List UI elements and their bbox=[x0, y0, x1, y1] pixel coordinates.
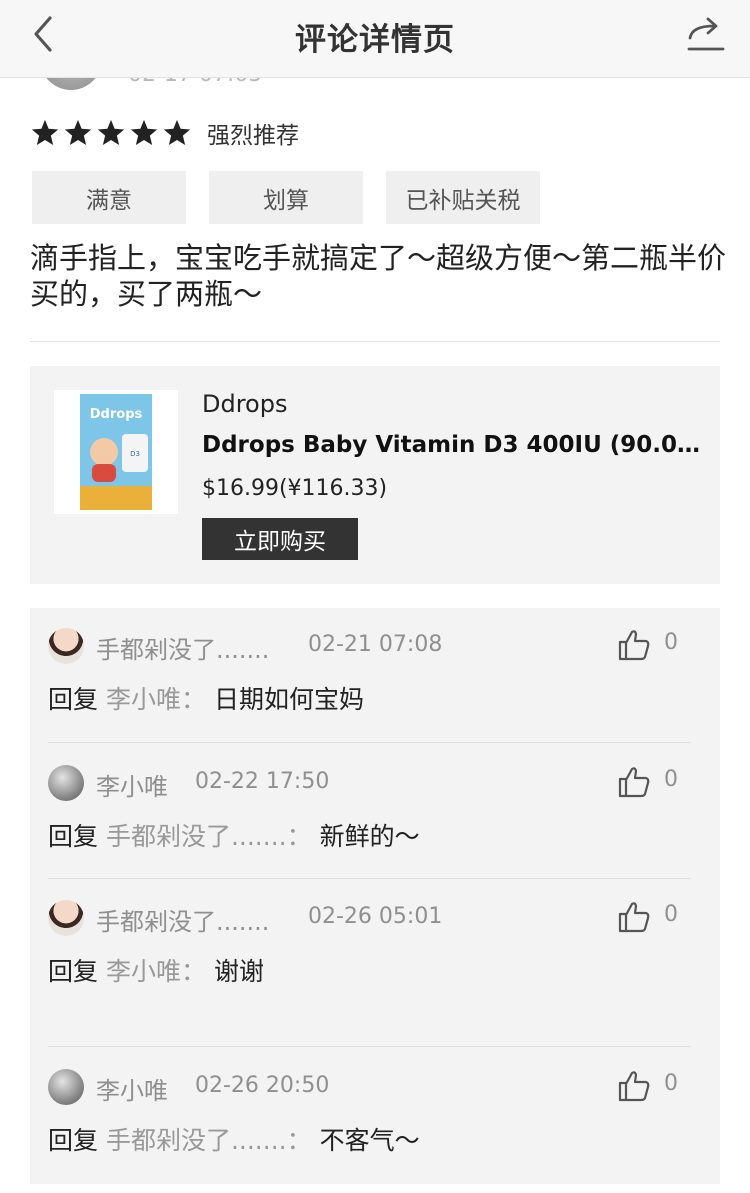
divider bbox=[48, 742, 690, 743]
reply-target[interactable]: 李小唯： bbox=[106, 685, 206, 714]
svg-text:Ddrops: Ddrops bbox=[90, 407, 143, 422]
product-price: $16.99(¥116.33) bbox=[202, 476, 388, 501]
reply-time: 02-22 17:50 bbox=[195, 769, 330, 794]
reply-content: 不客气～ bbox=[319, 1126, 420, 1155]
reply-time: 02-26 20:50 bbox=[195, 1073, 330, 1098]
avatar[interactable] bbox=[48, 900, 84, 936]
avatar[interactable] bbox=[48, 1069, 84, 1105]
tag-worth-it: 划算 bbox=[209, 171, 363, 224]
product-card[interactable]: Ddrops D3 Ddrops Ddrops Baby Vitamin D3 … bbox=[30, 366, 720, 584]
reply-time: 02-21 07:08 bbox=[308, 632, 443, 657]
rating-label: 强烈推荐 bbox=[207, 123, 299, 149]
share-icon[interactable] bbox=[684, 12, 728, 56]
divider bbox=[30, 341, 720, 342]
thumbs-up-icon[interactable] bbox=[617, 628, 651, 662]
reply-time: 02-26 05:01 bbox=[308, 904, 443, 929]
reply-username[interactable]: 李小唯 bbox=[96, 1071, 168, 1106]
review-tags: 满意 划算 已补贴关税 bbox=[32, 171, 563, 224]
product-name[interactable]: Ddrops Baby Vitamin D3 400IU (90.0 dr... bbox=[202, 432, 702, 458]
reply-target[interactable]: 李小唯： bbox=[106, 957, 206, 986]
reply-content: 谢谢 bbox=[213, 957, 264, 986]
like-count: 0 bbox=[664, 1071, 678, 1096]
avatar[interactable] bbox=[48, 765, 84, 801]
divider bbox=[48, 1046, 690, 1047]
thumbs-up-icon[interactable] bbox=[617, 1069, 651, 1103]
reply-body: 回复 李小唯： 谢谢 bbox=[48, 952, 264, 988]
thumbs-up-icon[interactable] bbox=[617, 900, 651, 934]
product-brand: Ddrops bbox=[202, 390, 288, 418]
review-text: 滴手指上，宝宝吃手就搞定了～超级方便～第二瓶半价买的，买了两瓶～ bbox=[30, 241, 727, 311]
page-title: 评论详情页 bbox=[295, 22, 455, 58]
reply-label: 回复 bbox=[48, 1126, 99, 1155]
tag-satisfied: 满意 bbox=[32, 171, 186, 224]
star-icon bbox=[31, 119, 59, 145]
like-count: 0 bbox=[664, 767, 678, 792]
reply-body: 回复 李小唯： 日期如何宝妈 bbox=[48, 680, 364, 716]
like-count: 0 bbox=[664, 630, 678, 655]
reply-content: 日期如何宝妈 bbox=[213, 685, 364, 714]
star-icon bbox=[163, 119, 191, 145]
reply-content: 新鲜的～ bbox=[319, 822, 420, 851]
reply-label: 回复 bbox=[48, 957, 99, 986]
svg-text:D3: D3 bbox=[130, 450, 140, 458]
divider bbox=[48, 878, 690, 879]
reply-username[interactable]: 手都剁没了....... bbox=[96, 902, 269, 937]
reply-body: 回复 手都剁没了.......： 不客气～ bbox=[48, 1121, 420, 1157]
tag-tax-subsidy: 已补贴关税 bbox=[386, 171, 540, 224]
like-count: 0 bbox=[664, 902, 678, 927]
reply-username[interactable]: 李小唯 bbox=[96, 767, 168, 802]
reply-target[interactable]: 手都剁没了.......： bbox=[106, 822, 312, 851]
star-icon bbox=[97, 119, 125, 145]
reply-body: 回复 手都剁没了.......： 新鲜的～ bbox=[48, 817, 420, 853]
reply-label: 回复 bbox=[48, 685, 99, 714]
reply-target[interactable]: 手都剁没了.......： bbox=[106, 1126, 312, 1155]
thumbs-up-icon[interactable] bbox=[617, 765, 651, 799]
rating-stars: 强烈推荐 bbox=[30, 115, 299, 151]
nav-bar: 评论详情页 bbox=[0, 0, 750, 78]
reply-label: 回复 bbox=[48, 822, 99, 851]
avatar[interactable] bbox=[48, 628, 84, 664]
reply-username[interactable]: 手都剁没了....... bbox=[96, 630, 269, 665]
product-image[interactable]: Ddrops D3 bbox=[54, 390, 178, 514]
star-icon bbox=[130, 119, 158, 145]
buy-now-button[interactable]: 立即购买 bbox=[202, 518, 358, 560]
reply-list: 手都剁没了....... 02-21 07:08 0 回复 李小唯： 日期如何宝… bbox=[30, 608, 720, 1184]
star-icon bbox=[64, 119, 92, 145]
product-box-icon: Ddrops D3 bbox=[80, 394, 152, 510]
